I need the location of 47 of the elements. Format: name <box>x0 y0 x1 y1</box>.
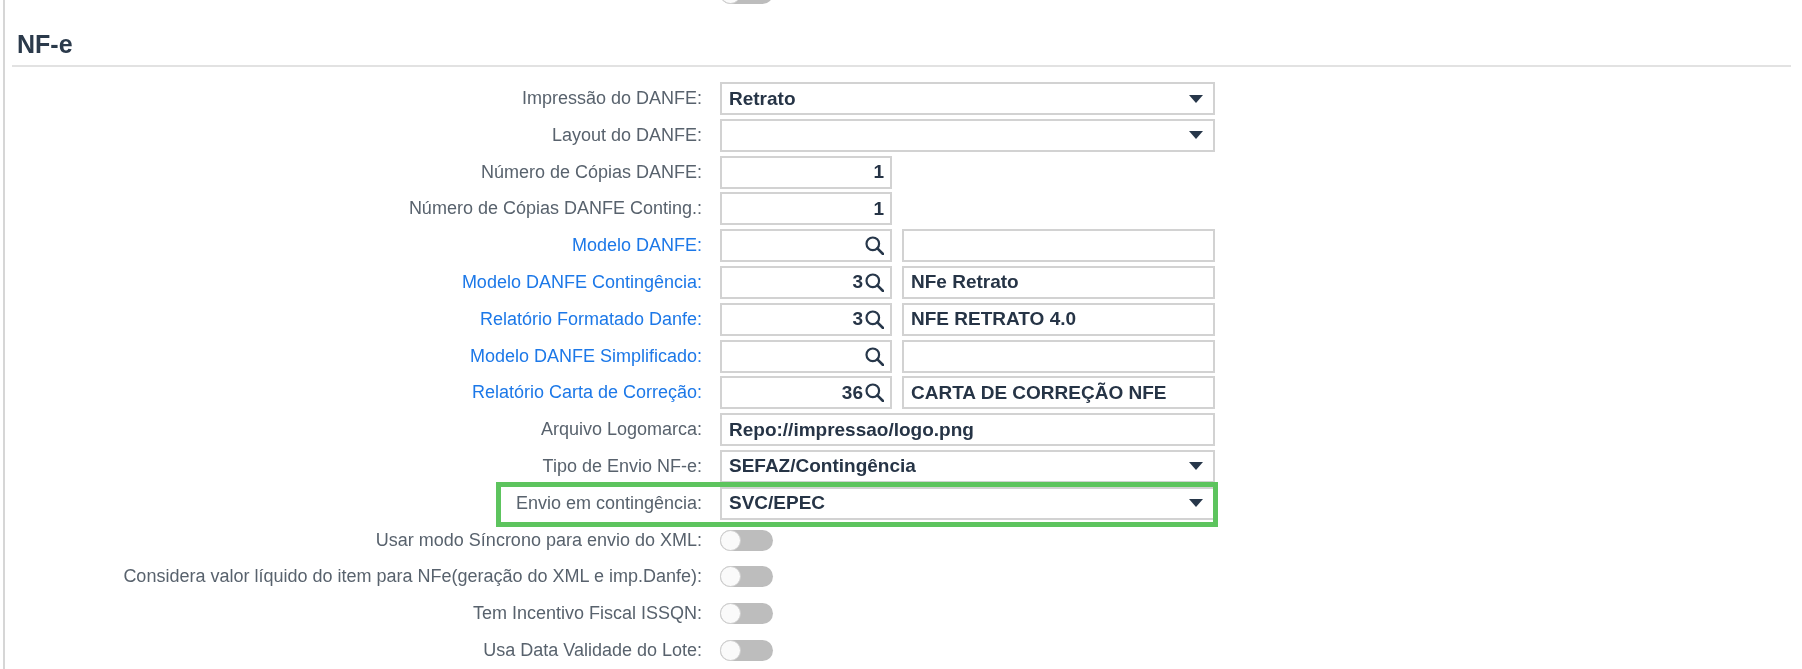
code-field[interactable]: 3 <box>720 266 892 299</box>
field-label: Tem Incentivo Fiscal ISSQN: <box>472 603 702 625</box>
code-field[interactable]: 3 <box>720 302 892 336</box>
dropdown[interactable]: SEFAZ/Contingência <box>720 449 1215 483</box>
description-field[interactable]: CARTA DE CORREÇÃO NFE <box>902 376 1215 410</box>
search-icon[interactable] <box>865 273 884 292</box>
search-icon[interactable] <box>865 309 884 329</box>
field-label: Número de Cópias DANFE Conting.: <box>408 198 702 220</box>
code-field[interactable] <box>720 229 892 263</box>
search-icon[interactable] <box>865 383 884 403</box>
code-field[interactable] <box>720 339 892 373</box>
caret-icon <box>1189 94 1203 103</box>
toggle-switch[interactable] <box>720 529 773 551</box>
text-field[interactable]: Repo://impressao/logo.png <box>720 413 1215 447</box>
dropdown[interactable]: SVC/EPEC <box>720 486 1215 520</box>
search-icon[interactable] <box>865 236 884 256</box>
number-field[interactable]: 1 <box>720 155 892 189</box>
number-field[interactable]: 1 <box>720 192 892 226</box>
field-label: Envio em contingência: <box>515 492 702 514</box>
field-link[interactable]: Modelo DANFE: <box>571 235 702 257</box>
field-link[interactable]: Relatório Formatado Danfe: <box>479 308 702 330</box>
code-field[interactable]: 36 <box>720 376 892 410</box>
description-field[interactable] <box>902 229 1215 263</box>
field-label: Arquivo Logomarca: <box>540 419 702 441</box>
description-field[interactable]: NFe Retrato <box>902 266 1215 299</box>
toggle-switch[interactable] <box>720 639 773 661</box>
field-link[interactable]: Modelo DANFE Contingência: <box>461 272 702 293</box>
section-heading: NF-e <box>17 30 73 58</box>
field-label: Número de Cópias DANFE: <box>480 161 702 183</box>
caret-icon <box>1189 499 1203 508</box>
description-field[interactable] <box>902 339 1215 373</box>
dropdown[interactable]: Retrato <box>720 82 1215 115</box>
field-label: Considera valor líquido do item para NFe(geração do XML e imp.Danfe): <box>123 566 702 588</box>
field-label: Usa Data Validade do Lote: <box>483 639 702 661</box>
search-icon[interactable] <box>865 346 884 366</box>
caret-icon <box>1189 462 1203 471</box>
description-field[interactable]: NFE RETRATO 4.0 <box>902 302 1215 336</box>
caret-icon <box>1189 131 1203 140</box>
toggle-switch[interactable] <box>720 603 773 625</box>
field-link[interactable]: Relatório Carta de Correção: <box>471 382 702 404</box>
field-label: Usar modo Síncrono para envio do XML: <box>375 529 702 551</box>
dropdown[interactable] <box>720 118 1215 152</box>
field-link[interactable]: Modelo DANFE Simplificado: <box>469 345 702 367</box>
field-label: Tipo de Envio NF-e: <box>542 455 702 477</box>
toggle-switch[interactable] <box>720 566 773 588</box>
field-label: Impressão do DANFE: <box>521 88 702 109</box>
field-label: Layout do DANFE: <box>551 124 702 146</box>
